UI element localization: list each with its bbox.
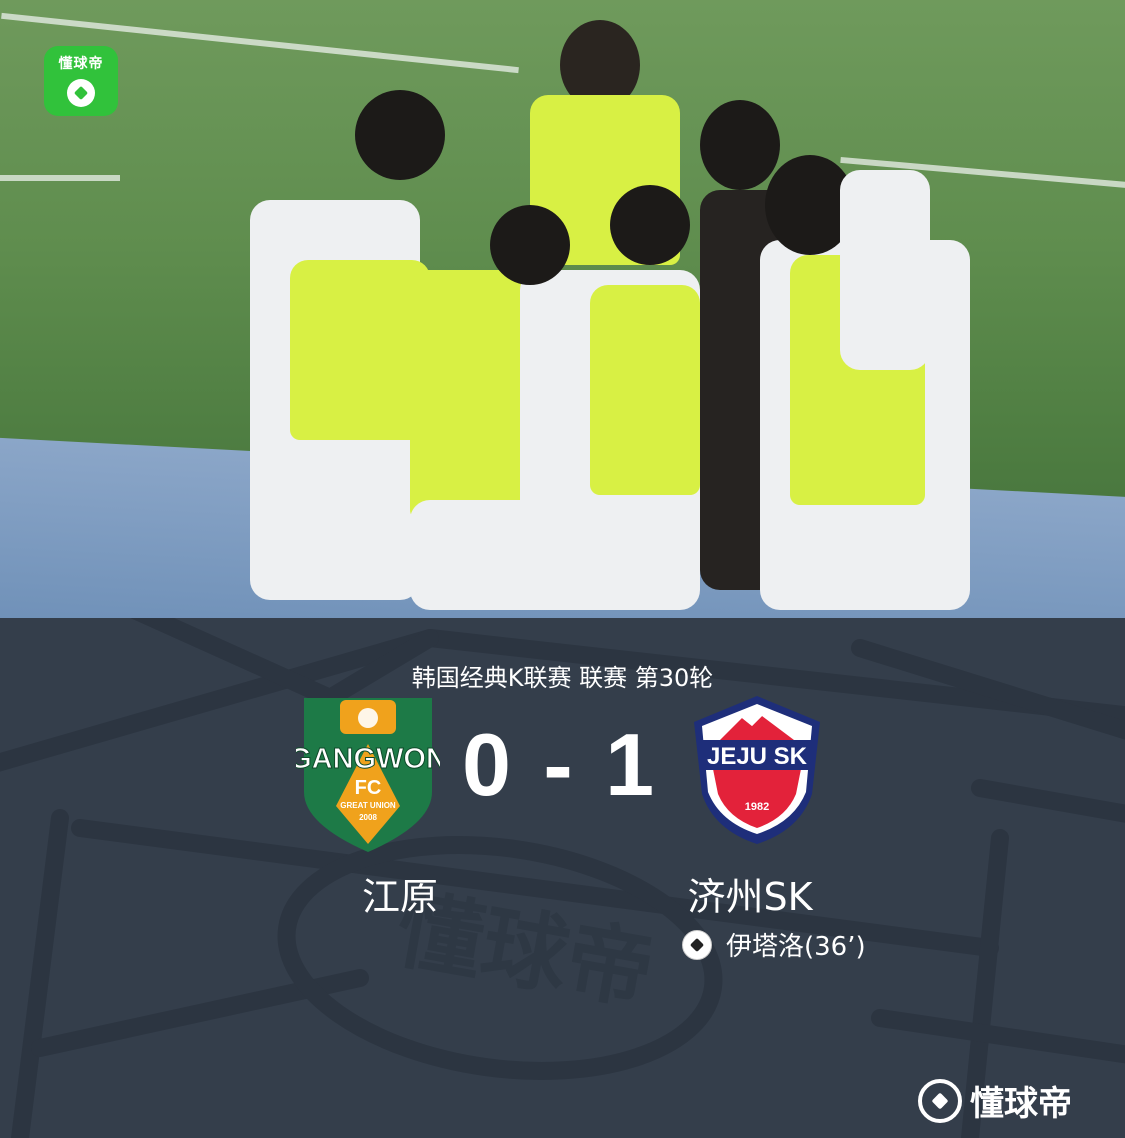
football-icon [67, 79, 95, 107]
celebration-photo: 懂球帝 [0, 0, 1125, 618]
player-head [610, 185, 690, 265]
home-team-crest: GANGWON FC GREAT UNION 2008 [296, 698, 440, 852]
away-team-name: 济州SK [687, 875, 813, 919]
score-panel: 懂球帝 韩国经典K联赛 联赛 第30轮 GANGWON FC GREAT UNI… [0, 618, 1125, 1138]
match-share-card: 懂球帝 懂球帝 韩国经典K联赛 联赛 第30轮 GANGWON FC GREAT… [0, 0, 1125, 1138]
goal-scorer: 伊塔洛(36’) [726, 932, 866, 962]
football-icon [682, 929, 712, 960]
brand-watermark-text: 懂球帝 [970, 1084, 1072, 1124]
home-crest-text: GANGWON [296, 743, 440, 775]
player-head [490, 205, 570, 285]
competition-title: 韩国经典K联赛 联赛 第30轮 [411, 664, 714, 692]
match-score: 0 - 1 [461, 715, 659, 814]
goal-event: 伊塔洛(36’) [682, 926, 866, 963]
away-crest-year: 1982 [745, 801, 769, 813]
away-team-crest: JEJU SK 1982 [694, 696, 820, 844]
home-crest-year: 2008 [359, 813, 377, 822]
home-team-name: 江原 [361, 875, 438, 919]
player-vest [290, 260, 430, 440]
brand-watermark: 懂球帝 [918, 1076, 1072, 1125]
app-logo-badge: 懂球帝 [44, 46, 118, 116]
app-logo-text: 懂球帝 [58, 56, 104, 72]
player-head [355, 90, 445, 180]
player-figure [840, 170, 930, 370]
player-vest [590, 285, 700, 495]
player-head [700, 100, 780, 190]
home-crest-sub: FC [355, 777, 382, 799]
home-crest-motto: GREAT UNION [340, 801, 396, 810]
pitch-background-decoration: 懂球帝 [0, 618, 1125, 1138]
photo-pitch-line [0, 175, 120, 181]
away-crest-text: JEJU SK [707, 743, 808, 770]
football-icon [918, 1078, 962, 1123]
